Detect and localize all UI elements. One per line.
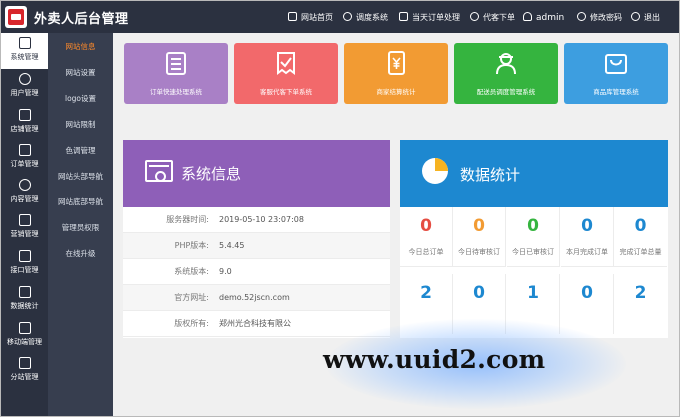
system-info-title: 系统信息 (181, 165, 242, 183)
nav-dispatch-system[interactable]: 调度系统 (343, 11, 388, 25)
sidebar-item-system[interactable]: 系统管理 (1, 33, 48, 69)
stat-label: 今日总订单 (408, 248, 444, 256)
tile-order-processing[interactable]: 订单快速处理系统 (124, 43, 228, 104)
submenu-site-limits[interactable]: 网站限制 (48, 116, 113, 134)
nav-logout[interactable]: 退出 (631, 11, 660, 25)
system-info-panel: 系统信息 服务器时间: 2019-05-10 23:07:08 PHP版本: 5… (123, 140, 390, 338)
sidebar-item-orders[interactable]: 订单管理 (1, 140, 48, 176)
stat-value: 2 (420, 283, 432, 303)
stat-value: 0 (581, 283, 593, 303)
stat-value: 2 (634, 283, 647, 303)
submenu-color-theme[interactable]: 色调管理 (48, 142, 113, 160)
mobile-icon (18, 322, 31, 334)
info-row-system-version: 系统版本: 9.0 (123, 259, 390, 285)
yen-note-icon (388, 51, 405, 75)
sidebar-item-marketing[interactable]: 营销管理 (1, 210, 48, 246)
stat-value: 0 (473, 216, 485, 236)
stat-completed-total: 0 完成订单总量 (614, 207, 667, 267)
users-icon (18, 73, 31, 85)
user-icon (523, 12, 532, 21)
sidebar: 系统管理 用户管理 店铺管理 订单管理 内容管理 营销管理 接口管理 数据统计 (1, 33, 48, 416)
settings-window-icon (145, 160, 173, 182)
official-site-link[interactable]: demo.52jscn.com (219, 285, 290, 311)
sidebar-item-substation[interactable]: 分站管理 (1, 353, 48, 389)
app-title: 外卖人后台管理 (34, 12, 129, 27)
chart-bar-icon (18, 214, 31, 226)
power-icon (631, 12, 640, 21)
bag-icon (605, 54, 627, 74)
api-icon (18, 250, 31, 262)
statistics-icon (18, 286, 31, 298)
stat-today-total: 0 今日总订单 (400, 207, 453, 267)
stat-today-pending: 0 今日待审核订 (453, 207, 506, 267)
dispatch-icon (343, 12, 352, 21)
submenu-admin-permissions[interactable]: 管理员权限 (48, 219, 113, 237)
stat-label: 完成订单总量 (619, 248, 662, 256)
stat-value: 0 (527, 216, 539, 236)
info-row-php-version: PHP版本: 5.4.45 (123, 233, 390, 259)
sidebar-item-users[interactable]: 用户管理 (1, 69, 48, 105)
sidebar-item-stores[interactable]: 店铺管理 (1, 105, 48, 141)
tile-courier-dispatch[interactable]: 配送员调度管理系统 (454, 43, 558, 104)
stat-value: 0 (581, 216, 593, 236)
stat-cell-row2: 2 (614, 274, 667, 334)
stat-value: 0 (634, 216, 647, 236)
stat-month-completed: 0 本月完成订单 (561, 207, 614, 267)
tile-proxy-order-system[interactable]: 客服代客下单系统 (234, 43, 338, 104)
courier-icon (496, 53, 516, 75)
info-row-copyright: 版权所有: 郑州光合科技有限公 (123, 311, 390, 337)
headset-icon (470, 12, 479, 21)
pie-chart-icon (422, 158, 448, 184)
nav-change-password[interactable]: 修改密码 (577, 11, 622, 25)
submenu-logo-settings[interactable]: logo设置 (48, 90, 113, 108)
data-statistics-title: 数据统计 (460, 166, 521, 184)
stat-today-reviewed: 0 今日已审核订 (507, 207, 560, 267)
stat-label: 今日待审核订 (458, 248, 500, 256)
app-logo (5, 6, 27, 28)
list-icon (166, 52, 186, 75)
nav-admin-user[interactable]: admin (523, 11, 564, 25)
system-info-header: 系统信息 (123, 140, 390, 207)
top-bar: 外卖人后台管理 网站首页 调度系统 当天订单处理 代客下单 admin 修改密码… (1, 1, 679, 33)
nav-today-orders[interactable]: 当天订单处理 (399, 11, 460, 25)
stat-cell-row2: 0 (561, 274, 614, 334)
tile-merchant-settlement[interactable]: 商家结算统计 (344, 43, 448, 104)
sidebar-item-api[interactable]: 接口管理 (1, 246, 48, 282)
stat-value: 1 (527, 283, 539, 303)
substation-icon (18, 357, 31, 369)
admin-window: 外卖人后台管理 网站首页 调度系统 当天订单处理 代客下单 admin 修改密码… (0, 0, 680, 417)
order-icon (18, 144, 31, 156)
nav-proxy-order[interactable]: 代客下单 (470, 11, 515, 25)
ticket-check-icon (277, 52, 295, 75)
sidebar-item-content[interactable]: 内容管理 (1, 175, 48, 211)
grid-icon (18, 179, 31, 191)
stat-value: 0 (473, 283, 485, 303)
submenu-header-nav[interactable]: 网站头部导航 (48, 168, 113, 186)
nav-site-home[interactable]: 网站首页 (288, 11, 333, 25)
info-row-official-site: 官方网址: demo.52jscn.com (123, 285, 390, 311)
data-statistics-panel: 数据统计 0 今日总订单 0 今日待审核订 0 今日已审核订 0 本月完成订单 … (400, 140, 668, 338)
submenu-footer-nav[interactable]: 网站底部导航 (48, 193, 113, 211)
monitor-icon (18, 37, 31, 49)
submenu-site-info[interactable]: 网站信息 (48, 38, 113, 56)
watermark-text: www.uuid2.com (323, 345, 546, 374)
sidebar-item-statistics[interactable]: 数据统计 (1, 282, 48, 318)
data-statistics-header: 数据统计 (400, 140, 668, 207)
tile-product-library[interactable]: 商品库管理系统 (564, 43, 668, 104)
system-submenu: 网站信息 网站设置 logo设置 网站限制 色调管理 网站头部导航 网站底部导航… (48, 33, 113, 416)
key-icon (577, 12, 586, 21)
clipboard-icon (399, 12, 408, 21)
home-icon (288, 12, 297, 21)
sidebar-item-mobile[interactable]: 移动端管理 (1, 318, 48, 354)
submenu-online-upgrade[interactable]: 在线升级 (48, 245, 113, 263)
store-icon (18, 109, 31, 121)
stat-label: 本月完成订单 (566, 248, 608, 256)
stat-value: 0 (420, 216, 432, 236)
info-row-server-time: 服务器时间: 2019-05-10 23:07:08 (123, 207, 390, 233)
submenu-site-settings[interactable]: 网站设置 (48, 64, 113, 82)
stat-label: 今日已审核订 (512, 248, 554, 256)
